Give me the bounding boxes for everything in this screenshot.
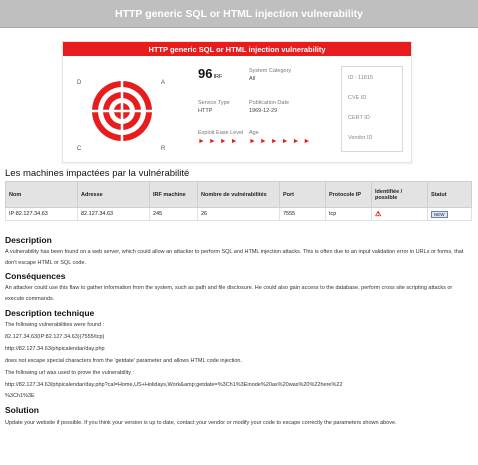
technique-line-1: The following vulnerabilities were found…: [5, 322, 105, 328]
exploit-ease-label: Exploit Ease Level: [198, 130, 244, 136]
consequences-heading: Conséquences: [5, 271, 66, 281]
technique-line-7: %3Ch1%3E: [5, 393, 35, 399]
technique-line-2: 82.127.34.63(IP:82.127.34.63)(7555/tcp): [5, 334, 105, 340]
publication-date-label: Publication Date: [249, 100, 290, 106]
vulnerability-card: HTTP generic SQL or HTML injection vulne…: [62, 41, 412, 163]
service-type-value: HTTP: [198, 108, 213, 114]
cell-port: 7555: [279, 207, 326, 221]
cell-identifiee: ⚠: [371, 207, 428, 221]
publication-date-value: 1969-12-29: [249, 108, 278, 114]
machines-section-title: Les machines impactées par la vulnérabil…: [5, 168, 190, 179]
technique-heading: Description technique: [5, 308, 95, 318]
irf-score: 96IRF: [198, 66, 223, 81]
id-label: ID : 11815: [348, 75, 373, 81]
page-header: HTTP generic SQL or HTML injection vulne…: [0, 0, 478, 28]
cell-adresse: 82.127.34.63: [77, 207, 150, 221]
col-port[interactable]: Port: [279, 181, 326, 208]
technique-line-5: The following url was used to prove the …: [5, 370, 135, 376]
cell-nom[interactable]: IP:82.127.34.63: [5, 207, 78, 221]
col-identifiee[interactable]: Identifiée / possible: [371, 181, 428, 208]
description-heading: Description: [5, 235, 52, 245]
status-new-badge[interactable]: NEW: [431, 210, 448, 218]
cve-id-label: CVE ID: [348, 95, 367, 101]
target-icon: [87, 76, 157, 146]
col-protocole[interactable]: Protocole IP: [325, 181, 372, 208]
col-irf[interactable]: IRF machine: [149, 181, 198, 208]
technique-line-6[interactable]: http://82.127.34.63/phpicalendar/day.php…: [5, 380, 473, 391]
warning-icon: ⚠: [375, 211, 382, 218]
machines-table: Nom Adresse IRF machine Nombre de vulnér…: [5, 181, 472, 221]
col-nb-vulns[interactable]: Nombre de vulnérabilités: [197, 181, 280, 208]
solution-text: Update your website if possible. If you …: [5, 420, 397, 426]
target-label-a: A: [161, 80, 166, 86]
identifiers-box: ID : 11815 CVE ID CERT ID Vendor ID: [341, 66, 403, 152]
table-row[interactable]: IP:82.127.34.63 82.127.34.63 245 26 7555…: [5, 207, 472, 221]
cell-nb-vulns: 26: [197, 207, 280, 221]
table-header-row: Nom Adresse IRF machine Nombre de vulnér…: [5, 181, 472, 208]
cell-statut: NEW: [427, 207, 472, 221]
technique-line-3[interactable]: http://82.127.34.63/phpicalendar/day.php: [5, 344, 473, 355]
page-title: HTTP generic SQL or HTML injection vulne…: [115, 7, 363, 20]
description-text: A vulnerability has been found on a web …: [5, 249, 464, 266]
col-nom[interactable]: Nom: [5, 181, 78, 208]
col-statut[interactable]: Statut: [427, 181, 472, 208]
cert-id-label: CERT ID: [348, 115, 370, 121]
target-label-d: D: [77, 80, 82, 86]
vendor-id-label: Vendor ID: [348, 135, 373, 141]
solution-heading: Solution: [5, 405, 39, 415]
card-title: HTTP generic SQL or HTML injection vulne…: [63, 42, 411, 56]
exploit-ease-arrows: ► ► ► ►: [198, 138, 239, 145]
age-label: Age: [249, 130, 259, 136]
age-arrows: ► ► ► ► ► ►: [249, 138, 312, 145]
service-type-label: Service Type: [198, 100, 230, 106]
system-category-value: All: [249, 76, 256, 82]
cell-protocole: tcp: [325, 207, 372, 221]
cell-irf: 245: [149, 207, 198, 221]
consequences-text: An attacker could use this flaw to gathe…: [5, 285, 453, 302]
system-category-label: System Category: [249, 68, 292, 74]
col-adresse[interactable]: Adresse: [77, 181, 150, 208]
technique-line-4: does not escape special characters from …: [5, 358, 242, 364]
target-label-c: C: [77, 146, 82, 152]
target-label-r: R: [161, 146, 166, 152]
